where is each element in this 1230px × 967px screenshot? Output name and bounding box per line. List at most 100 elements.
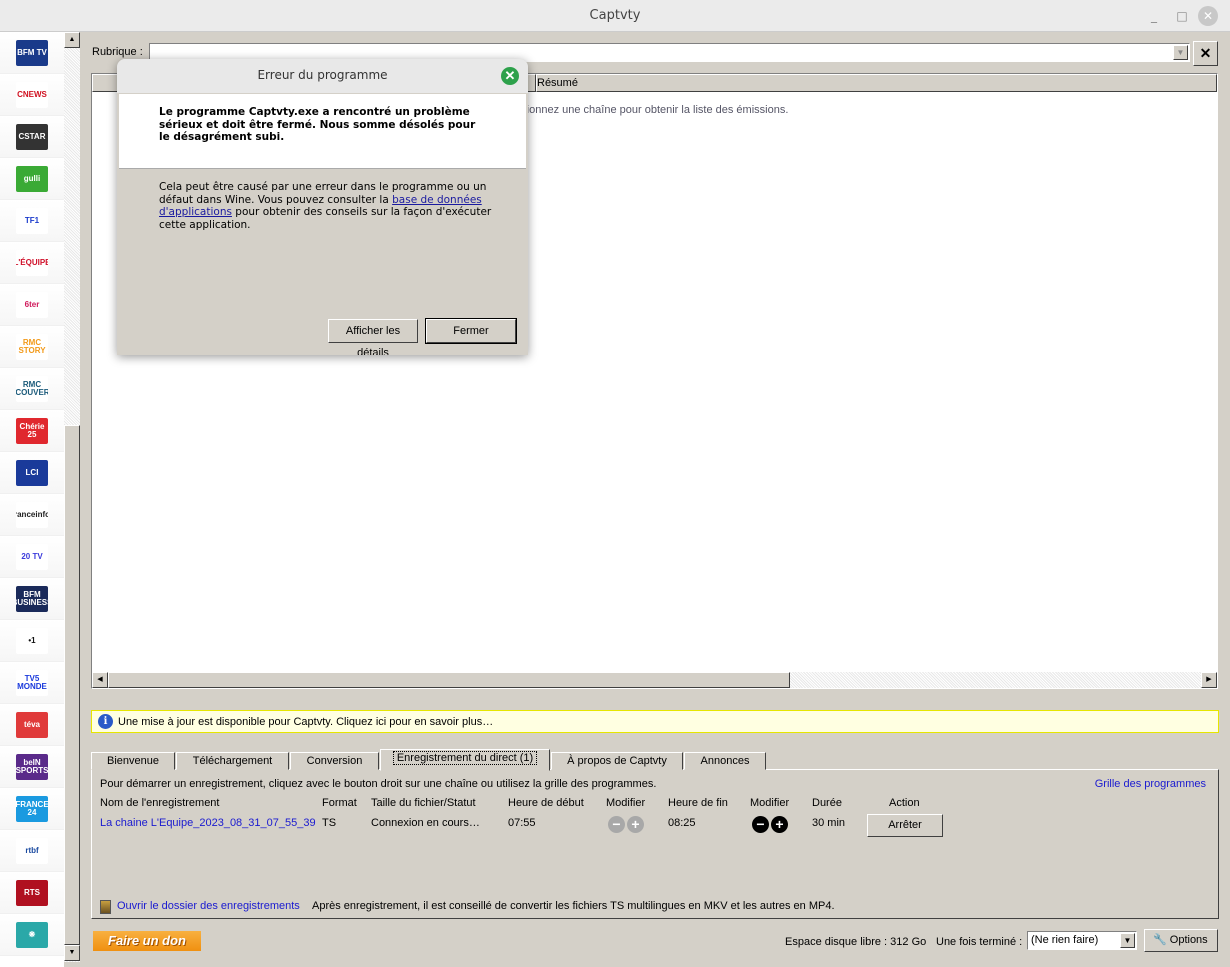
- scroll-right-button[interactable]: ▶: [1201, 672, 1217, 688]
- disk-space: Espace disque libre : 312 Go: [785, 936, 927, 948]
- channel-logo: BFM TV: [16, 39, 48, 66]
- channel-item[interactable]: rtbf: [0, 830, 64, 872]
- recording-start: 07:55: [508, 817, 536, 829]
- update-notification[interactable]: i Une mise à jour est disponible pour Ca…: [91, 710, 1219, 733]
- channel-item[interactable]: CSTAR: [0, 116, 64, 158]
- channel-item[interactable]: •1: [0, 620, 64, 662]
- channel-item[interactable]: RMC DÉCOUVERTE: [0, 368, 64, 410]
- scroll-thumb[interactable]: [108, 672, 790, 688]
- channel-item[interactable]: 6ter: [0, 284, 64, 326]
- tab-4[interactable]: À propos de Captvty: [551, 752, 683, 770]
- window-title: Captvty: [589, 8, 641, 23]
- tab-1[interactable]: Téléchargement: [176, 752, 289, 770]
- channel-item[interactable]: TV5 MONDE: [0, 662, 64, 704]
- recording-name[interactable]: La chaine L'Equipe_2023_08_31_07_55_39: [100, 817, 316, 829]
- dialog-body: Cela peut être causé par une erreur dans…: [159, 181, 492, 231]
- recording-status: Connexion en cours…: [371, 817, 480, 829]
- channel-logo: gulli: [16, 165, 48, 192]
- channel-logo: rtbf: [16, 837, 48, 864]
- channel-logo: téva: [16, 711, 48, 738]
- scroll-up-button[interactable]: ▲: [64, 32, 80, 48]
- plus-icon[interactable]: +: [771, 816, 788, 833]
- dialog-title: Erreur du programme: [117, 59, 528, 93]
- close-window-button[interactable]: ✕: [1198, 6, 1218, 26]
- tab-5[interactable]: Annonces: [684, 752, 766, 770]
- header-modify-end: Modifier: [750, 797, 790, 809]
- channel-item[interactable]: CNEWS: [0, 74, 64, 116]
- column-header-resume[interactable]: Résumé: [536, 74, 1217, 92]
- channel-logo: L'ÉQUIPE: [16, 249, 48, 276]
- channel-item[interactable]: téva: [0, 704, 64, 746]
- chevron-down-icon[interactable]: ▼: [1120, 933, 1135, 948]
- stop-button[interactable]: Arrêter: [867, 814, 943, 837]
- channel-logo: FRANCE 24: [16, 795, 48, 822]
- error-dialog: Erreur du programme ✕ Le programme Captv…: [117, 59, 528, 355]
- header-name: Nom de l'enregistrement: [100, 797, 220, 809]
- channel-item[interactable]: ❋: [0, 914, 64, 956]
- channel-item[interactable]: BFM TV: [0, 32, 64, 74]
- header-start: Heure de début: [508, 797, 584, 809]
- show-details-button[interactable]: Afficher les détails: [328, 319, 418, 355]
- header-size: Taille du fichier/Statut: [371, 797, 476, 809]
- header-duration: Durée: [812, 797, 842, 809]
- channel-scrollbar[interactable]: ▲ ▼: [64, 32, 80, 962]
- wrench-icon: 🔧: [1153, 934, 1167, 946]
- info-icon: i: [98, 714, 113, 729]
- channel-item[interactable]: RTS: [0, 872, 64, 914]
- channel-item[interactable]: Chérie 25: [0, 410, 64, 452]
- channel-logo: TV5 MONDE: [16, 669, 48, 696]
- maximize-button[interactable]: □: [1174, 8, 1190, 24]
- minus-icon[interactable]: −: [752, 816, 769, 833]
- instructions-text: Pour démarrer un enregistrement, cliquez…: [100, 778, 657, 790]
- tab-3[interactable]: Enregistrement du direct (1): [380, 749, 550, 771]
- channel-item[interactable]: TF1: [0, 200, 64, 242]
- header-end: Heure de fin: [668, 797, 728, 809]
- header-format: Format: [322, 797, 357, 809]
- chevron-down-icon[interactable]: ▼: [1173, 45, 1188, 60]
- plus-icon[interactable]: +: [627, 816, 644, 833]
- channel-logo: CNEWS: [16, 81, 48, 108]
- clear-rubrique-button[interactable]: ✕: [1193, 41, 1218, 66]
- channel-logo: RMC STORY: [16, 333, 48, 360]
- dialog-close-button[interactable]: ✕: [501, 67, 519, 85]
- channel-logo: Chérie 25: [16, 417, 48, 444]
- channel-logo: LCI: [16, 459, 48, 486]
- scroll-thumb[interactable]: [64, 425, 80, 945]
- channel-logo: 20 TV: [16, 543, 48, 570]
- channel-item[interactable]: RMC STORY: [0, 326, 64, 368]
- horizontal-scrollbar[interactable]: ◀ ▶: [92, 672, 1217, 688]
- channel-logo: franceinfo:: [16, 501, 48, 528]
- channel-item[interactable]: BFM BUSINESS: [0, 578, 64, 620]
- channel-item[interactable]: franceinfo:: [0, 494, 64, 536]
- minus-icon[interactable]: −: [608, 816, 625, 833]
- channel-item[interactable]: L'ÉQUIPE: [0, 242, 64, 284]
- options-button[interactable]: 🔧 Options: [1144, 929, 1218, 952]
- when-done-label: Une fois terminé :: [936, 936, 1023, 948]
- close-dialog-button[interactable]: Fermer: [425, 318, 517, 344]
- channel-item[interactable]: LCI: [0, 452, 64, 494]
- channel-logo: TF1: [16, 207, 48, 234]
- channel-item[interactable]: beIN SPORTS: [0, 746, 64, 788]
- record-panel: Pour démarrer un enregistrement, cliquez…: [91, 769, 1219, 919]
- channel-logo: beIN SPORTS: [16, 753, 48, 780]
- open-folder-link[interactable]: Ouvrir le dossier des enregistrements: [117, 900, 300, 912]
- channel-logo: ❋: [16, 921, 48, 948]
- rubrique-label: Rubrique :: [92, 46, 143, 58]
- channel-item[interactable]: FRANCE 24: [0, 788, 64, 830]
- header-modify-start: Modifier: [606, 797, 646, 809]
- channel-item[interactable]: gulli: [0, 158, 64, 200]
- tab-2[interactable]: Conversion: [290, 752, 379, 770]
- channel-logo: BFM BUSINESS: [16, 585, 48, 612]
- channel-logo: RTS: [16, 879, 48, 906]
- scroll-down-button[interactable]: ▼: [64, 945, 80, 961]
- grid-programs-link[interactable]: Grille des programmes: [1095, 778, 1206, 790]
- scroll-left-button[interactable]: ◀: [92, 672, 108, 688]
- minimize-button[interactable]: _: [1146, 8, 1162, 24]
- window-titlebar: Captvty _ □ ✕: [0, 0, 1230, 32]
- when-done-select[interactable]: (Ne rien faire) ▼: [1027, 931, 1137, 950]
- channel-logo: •1: [16, 627, 48, 654]
- recording-duration: 30 min: [812, 817, 846, 829]
- channel-item[interactable]: 20 TV: [0, 536, 64, 578]
- donate-button[interactable]: Faire un don: [93, 931, 201, 951]
- tab-0[interactable]: Bienvenue: [91, 752, 175, 770]
